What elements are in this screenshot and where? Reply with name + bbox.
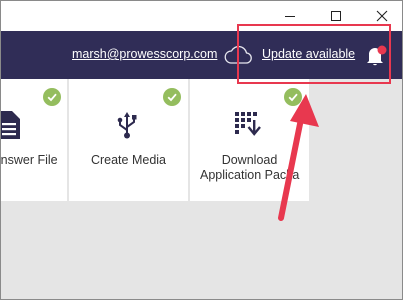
annotation-arrow xyxy=(278,94,319,221)
app-window: marsh@prowesscorp.com Update available A… xyxy=(0,0,403,300)
